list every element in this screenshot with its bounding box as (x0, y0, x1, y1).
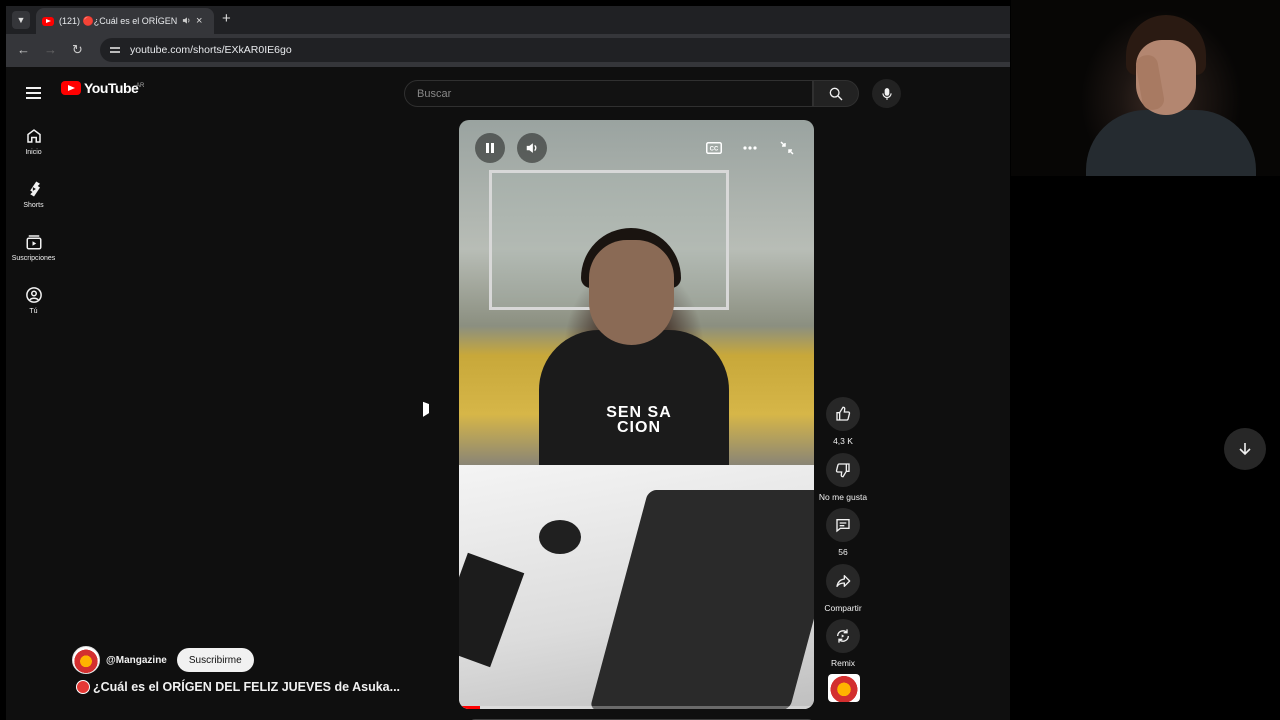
volume-button[interactable] (517, 133, 547, 163)
captions-icon: CC (706, 142, 722, 154)
remix-action: Remix (822, 619, 864, 668)
webcam-overlay (1011, 0, 1280, 176)
guide-item-shorts[interactable]: Shorts (6, 180, 61, 209)
guide-item-you[interactable]: Tú (6, 286, 61, 315)
browser-toolbar: ← → ↻ youtube.com/shorts/EXkAR0IE6go (6, 34, 1010, 67)
share-action: Compartir (822, 564, 864, 613)
share-icon (836, 575, 851, 587)
forward-button[interactable]: → (44, 42, 57, 57)
comment-icon (836, 519, 850, 533)
svg-text:CC: CC (710, 147, 719, 153)
video-title-row: ¿Cuál es el ORÍGEN DEL FELIZ JUEVES de A… (76, 680, 400, 694)
search-icon (829, 87, 843, 100)
more-horizontal-icon (743, 146, 757, 150)
chevron-down-icon: ▼ (16, 15, 26, 25)
shirt-text: SEN SA CION (606, 404, 672, 436)
remix-label: Remix (830, 658, 856, 668)
address-bar[interactable]: youtube.com/shorts/EXkAR0IE6go (100, 38, 1010, 62)
thumbs-up-icon (836, 406, 851, 421)
mouse-cursor-icon (423, 401, 429, 420)
site-info-icon[interactable] (110, 45, 120, 55)
country-code: AR (136, 83, 145, 89)
like-count: 4,3 K (833, 436, 853, 446)
like-button[interactable] (826, 397, 860, 431)
dislike-button[interactable] (826, 453, 860, 487)
remix-icon (837, 629, 849, 643)
subscriptions-icon (26, 235, 41, 250)
guide-item-subscriptions[interactable]: Suscripciones (6, 233, 61, 262)
share-label: Compartir (824, 603, 862, 613)
comments-action: 56 (822, 508, 864, 557)
video-progress-bar[interactable] (459, 706, 814, 709)
active-tab[interactable]: (121) 🔴¿Cuál es el ORÍGEN × (36, 8, 214, 34)
tab-strip: ▼ (121) 🔴¿Cuál es el ORÍGEN × + (6, 6, 1010, 34)
pause-icon (486, 143, 494, 153)
guide-label: Shorts (23, 202, 44, 209)
guide-label: Suscripciones (11, 255, 56, 262)
subscribe-button[interactable]: Suscribirme (176, 648, 254, 672)
search-button[interactable] (813, 80, 859, 107)
webcam-person-body (1086, 110, 1256, 176)
guide-item-home[interactable]: Inicio (6, 127, 61, 156)
guide-label: Inicio (25, 149, 42, 156)
red-circle-icon (76, 680, 90, 694)
shorts-icon (29, 181, 40, 197)
remix-button[interactable] (826, 619, 860, 653)
pause-button[interactable] (475, 133, 505, 163)
video-progress-fill (459, 706, 481, 709)
share-button[interactable] (826, 564, 860, 598)
new-tab-button[interactable]: + (222, 11, 231, 27)
sound-channel-thumbnail[interactable] (828, 674, 860, 702)
youtube-page: YouTube AR Inicio Shorts Suscripciones T… (6, 67, 1010, 720)
tab-close-button[interactable]: × (196, 15, 202, 27)
video-frame-person-head (589, 240, 674, 345)
microphone-icon (881, 87, 892, 100)
collapse-icon (780, 141, 794, 155)
search-input[interactable] (417, 87, 797, 100)
captions-button[interactable]: CC (699, 133, 729, 163)
tab-title: (121) 🔴¿Cuál es el ORÍGEN (59, 15, 177, 26)
home-icon (26, 129, 41, 143)
youtube-favicon-icon (42, 16, 54, 26)
logo-text: YouTube (84, 80, 139, 96)
shorts-video-player[interactable]: SEN SA CION CC (459, 120, 814, 709)
channel-handle[interactable]: @Mangazine (106, 655, 167, 666)
voice-search-button[interactable] (872, 79, 901, 108)
youtube-logo-icon (61, 81, 81, 95)
dislike-label: No me gusta (818, 492, 868, 502)
dislike-action: No me gusta (818, 453, 868, 502)
comments-button[interactable] (826, 508, 860, 542)
arrow-down-icon (1239, 443, 1251, 456)
url-text[interactable]: youtube.com/shorts/EXkAR0IE6go (130, 44, 292, 56)
volume-icon (526, 143, 537, 153)
like-action: 4,3 K (822, 397, 864, 446)
browser-window: ▼ (121) 🔴¿Cuál es el ORÍGEN × + ← → ↻ yo… (6, 6, 1010, 720)
next-video-button[interactable] (1224, 428, 1266, 470)
fullscreen-button[interactable] (772, 133, 802, 163)
you-icon (25, 287, 42, 303)
menu-icon[interactable] (26, 87, 41, 99)
channel-row: @Mangazine Suscribirme (72, 646, 254, 674)
reload-button[interactable]: ↻ (72, 42, 83, 58)
tab-search-button[interactable]: ▼ (12, 11, 30, 29)
video-frame-mouse (539, 520, 581, 554)
back-button[interactable]: ← (17, 42, 30, 57)
comments-count: 56 (838, 547, 848, 557)
guide-label: Tú (29, 308, 38, 315)
search-box[interactable] (404, 80, 813, 107)
avatar[interactable] (72, 646, 100, 674)
speaker-icon[interactable] (182, 16, 191, 27)
more-options-button[interactable] (735, 133, 765, 163)
youtube-logo[interactable]: YouTube (61, 80, 139, 96)
video-title[interactable]: ¿Cuál es el ORÍGEN DEL FELIZ JUEVES de A… (93, 680, 400, 694)
thumbs-down-icon (835, 463, 850, 478)
